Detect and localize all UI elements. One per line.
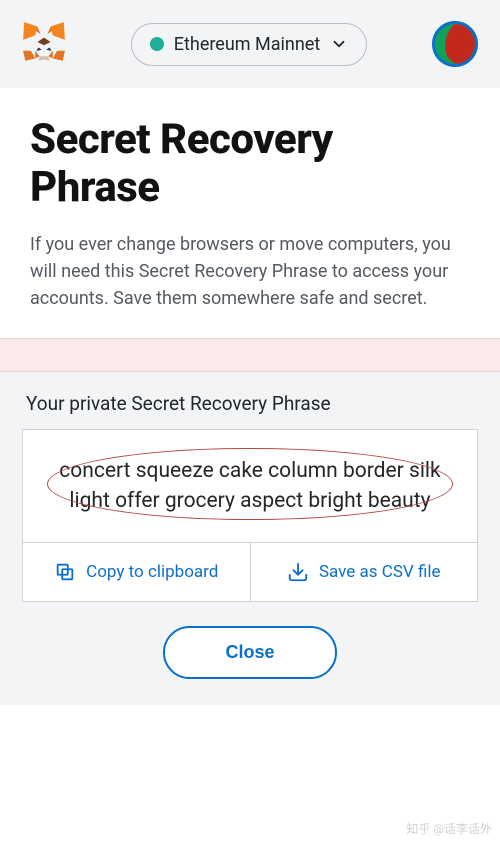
network-selector[interactable]: Ethereum Mainnet (131, 23, 367, 66)
watermark-text: 知乎 @话李话外 (406, 820, 492, 837)
main-content: Secret Recovery Phrase If you ever chang… (0, 88, 500, 312)
chevron-down-icon (330, 35, 348, 53)
phrase-actions-row: Copy to clipboard Save as CSV file (23, 542, 477, 601)
metamask-logo-icon (22, 20, 66, 68)
save-csv-button[interactable]: Save as CSV file (250, 543, 478, 601)
close-button-wrap: Close (22, 602, 478, 679)
network-label: Ethereum Mainnet (174, 34, 320, 55)
page-title: Secret Recovery Phrase (30, 116, 470, 213)
phrase-section: Your private Secret Recovery Phrase conc… (0, 372, 500, 706)
warning-strip (0, 338, 500, 372)
download-icon (287, 561, 309, 583)
seed-phrase-text[interactable]: concert squeeze cake column border silk … (23, 430, 477, 543)
seed-phrase-words: concert squeeze cake column border silk … (59, 459, 440, 513)
phrase-label: Your private Secret Recovery Phrase (22, 392, 478, 415)
save-csv-label: Save as CSV file (319, 562, 441, 582)
network-status-dot-icon (150, 37, 164, 51)
copy-icon (54, 561, 76, 583)
copy-label: Copy to clipboard (86, 562, 218, 582)
close-button[interactable]: Close (163, 626, 336, 679)
app-header: Ethereum Mainnet (0, 0, 500, 88)
account-avatar[interactable] (432, 21, 478, 67)
phrase-box: concert squeeze cake column border silk … (22, 429, 478, 603)
page-description: If you ever change browsers or move comp… (30, 231, 470, 312)
copy-to-clipboard-button[interactable]: Copy to clipboard (23, 543, 250, 601)
